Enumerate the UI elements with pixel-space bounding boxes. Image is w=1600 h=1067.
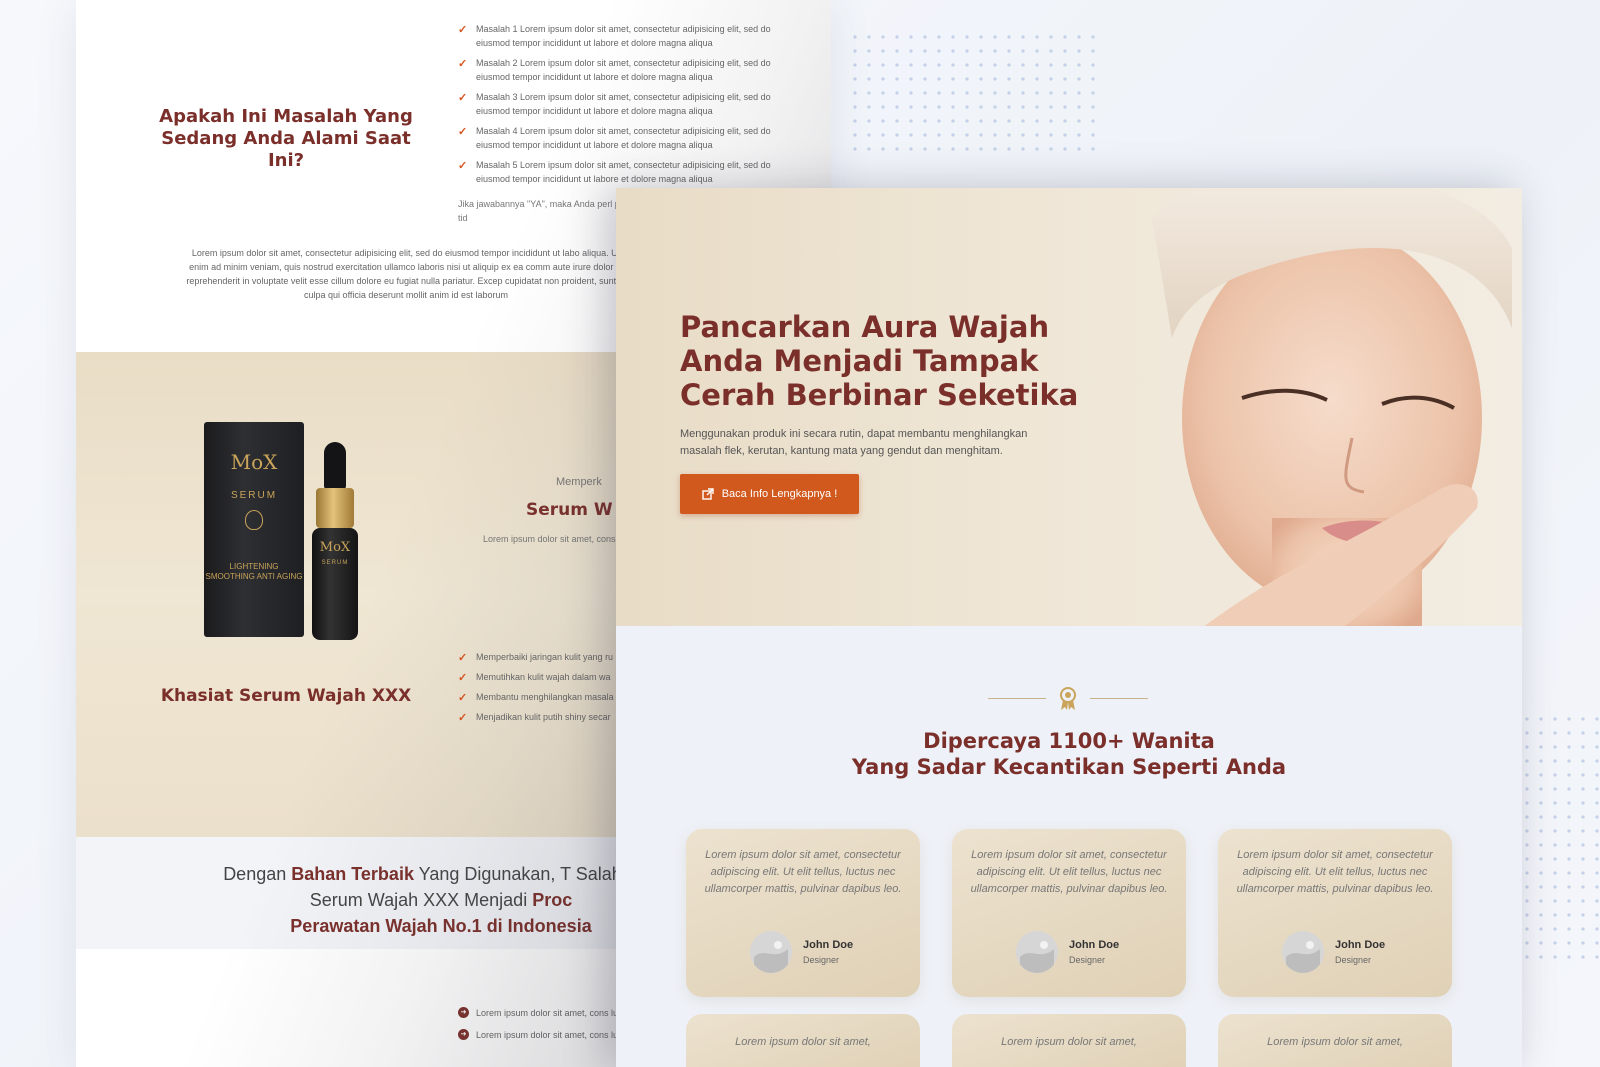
external-link-icon	[702, 488, 714, 500]
hero-title: Pancarkan Aura Wajah Anda Menjadi Tampak…	[680, 310, 1079, 412]
decorative-dots-top	[848, 30, 1098, 156]
check-icon: ✓	[458, 692, 468, 704]
section-divider	[988, 686, 1148, 710]
hero-section: Pancarkan Aura Wajah Anda Menjadi Tampak…	[616, 188, 1522, 626]
trust-title: Dipercaya 1100+ Wanita Yang Sadar Kecant…	[851, 729, 1287, 779]
check-icon: ✓	[458, 160, 468, 172]
avatar	[1016, 931, 1058, 973]
testimonial-card: Lorem ipsum dolor sit amet,	[1218, 1014, 1452, 1067]
check-icon: ✓	[458, 652, 468, 664]
bahan-headline: Dengan Bahan Terbaik Yang Digunakan, T S…	[223, 864, 659, 936]
testimonial-row-next: Lorem ipsum dolor sit amet, Lorem ipsum …	[686, 1014, 1452, 1067]
product-image: MoX SERUM LIGHTENING SMOOTHING ANTI AGIN…	[204, 422, 384, 642]
check-icon: ✓	[458, 126, 468, 138]
check-icon: ✓	[458, 712, 468, 724]
list-item: ✓ Masalah 2 Lorem ipsum dolor sit amet, c…	[458, 58, 771, 82]
problem-list: ✓ Masalah 1 Lorem ipsum dolor sit amet, c…	[458, 22, 798, 192]
problem-title: Apakah Ini Masalah Yang Sedang Anda Alam…	[159, 106, 413, 171]
testimonial-card: Lorem ipsum dolor sit amet, consectetur …	[686, 829, 920, 997]
testimonial-card: Lorem ipsum dolor sit amet,	[952, 1014, 1186, 1067]
check-icon: ✓	[458, 92, 468, 104]
khasiat-title: Khasiat Serum Wajah XXX	[160, 686, 412, 706]
testimonial-row: Lorem ipsum dolor sit amet, consectetur …	[686, 829, 1452, 999]
list-item: ✓ Masalah 5 Lorem ipsum dolor sit amet, c…	[458, 160, 771, 184]
list-item: ✓ Masalah 1 Lorem ipsum dolor sit amet, c…	[458, 24, 771, 48]
read-more-button[interactable]: Baca Info Lengkapnya !	[680, 474, 859, 514]
testimonial-card: Lorem ipsum dolor sit amet, consectetur …	[952, 829, 1186, 997]
avatar	[750, 931, 792, 973]
check-icon: ✓	[458, 672, 468, 684]
hero-subtitle: Menggunakan produk ini secara rutin, dap…	[680, 428, 1028, 457]
apple-icon	[245, 510, 263, 530]
decorative-dots-right	[1520, 712, 1600, 962]
arrow-circle-icon: ➜	[458, 1007, 469, 1018]
check-icon: ✓	[458, 58, 468, 70]
product-box: MoX SERUM LIGHTENING SMOOTHING ANTI AGIN…	[204, 422, 304, 637]
intro-paragraph: Lorem ipsum dolor sit amet, consectetur …	[186, 248, 626, 300]
serum-title: Serum W	[526, 500, 613, 520]
award-icon	[1060, 687, 1076, 710]
dropper-bottle: MoX SERUM	[312, 442, 358, 640]
serum-subtitle: Memperk	[556, 476, 602, 488]
list-item: ✓ Masalah 3 Lorem ipsum dolor sit amet, c…	[458, 92, 771, 116]
arrow-circle-icon: ➜	[458, 1029, 469, 1040]
list-item: ✓ Masalah 4 Lorem ipsum dolor sit amet, c…	[458, 126, 771, 150]
front-page-preview: Pancarkan Aura Wajah Anda Menjadi Tampak…	[616, 188, 1522, 1067]
testimonial-card: Lorem ipsum dolor sit amet, consectetur …	[1218, 829, 1452, 997]
testimonial-card: Lorem ipsum dolor sit amet,	[686, 1014, 920, 1067]
check-icon: ✓	[458, 24, 468, 36]
avatar	[1282, 931, 1324, 973]
hero-model-image	[1152, 188, 1512, 626]
